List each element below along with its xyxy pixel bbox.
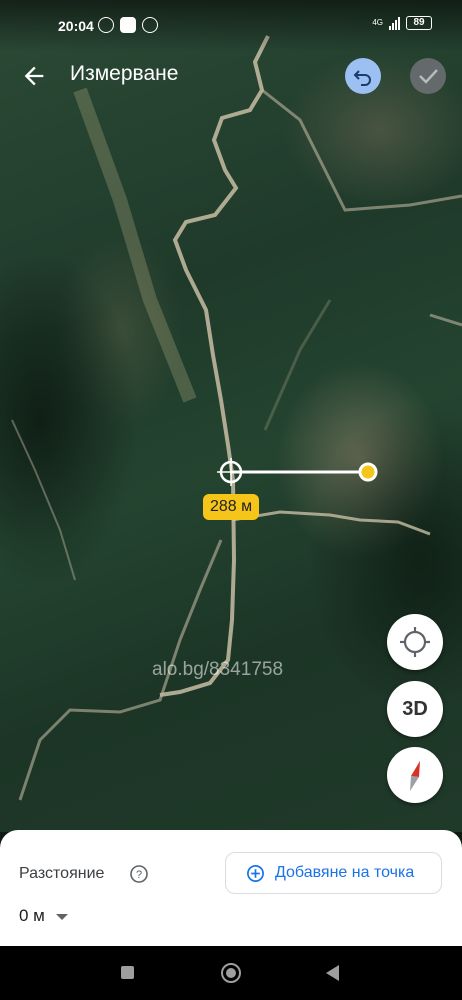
- undo-button[interactable]: [345, 58, 381, 94]
- help-circle-icon[interactable]: ?: [129, 864, 149, 884]
- chevron-down-icon[interactable]: [56, 914, 68, 920]
- recents-button[interactable]: [121, 966, 134, 979]
- arrow-back-icon[interactable]: [20, 62, 48, 90]
- undo-icon: [353, 70, 371, 86]
- watermark: alo.bg/8341758: [152, 659, 284, 680]
- distance-label: 288 м: [203, 494, 260, 520]
- compass-button[interactable]: [387, 747, 443, 803]
- my-location-button[interactable]: [387, 614, 443, 670]
- add-circle-icon: [247, 865, 264, 882]
- distance-title: Разстояние: [19, 865, 105, 882]
- network-type: 4G: [372, 18, 383, 27]
- compass-icon: [410, 761, 420, 791]
- crosshair-icon: [217, 458, 245, 486]
- check-icon: [419, 69, 438, 84]
- distance-value[interactable]: 0 м: [19, 906, 45, 926]
- viber-icon: [98, 17, 114, 33]
- system-nav-bar: [0, 946, 462, 1000]
- my-location-icon: [400, 627, 430, 657]
- message-icon: [120, 17, 136, 33]
- done-button[interactable]: [410, 58, 446, 94]
- svg-text:?: ?: [136, 869, 142, 881]
- status-right: 4G 89: [372, 16, 432, 30]
- add-point-label: Добавяне на точка: [275, 864, 415, 881]
- status-bar: 20:04 4G 89: [0, 0, 462, 52]
- home-button[interactable]: [221, 963, 241, 983]
- notification-icons: [98, 17, 158, 33]
- back-button[interactable]: [326, 965, 339, 981]
- view-3d-button[interactable]: 3D: [387, 681, 443, 737]
- status-time: 20:04: [58, 18, 94, 34]
- signal-icon: [389, 16, 400, 30]
- app-icon: [142, 17, 158, 33]
- add-point-button[interactable]: Добавяне на точка: [225, 852, 442, 894]
- page-title: Измерване: [70, 62, 179, 85]
- battery-icon: 89: [406, 16, 432, 30]
- measure-endpoint[interactable]: [358, 462, 378, 482]
- bottom-sheet: Разстояние ? 0 м Добавяне на точка: [0, 830, 462, 946]
- app-bar: Измерване: [0, 52, 462, 102]
